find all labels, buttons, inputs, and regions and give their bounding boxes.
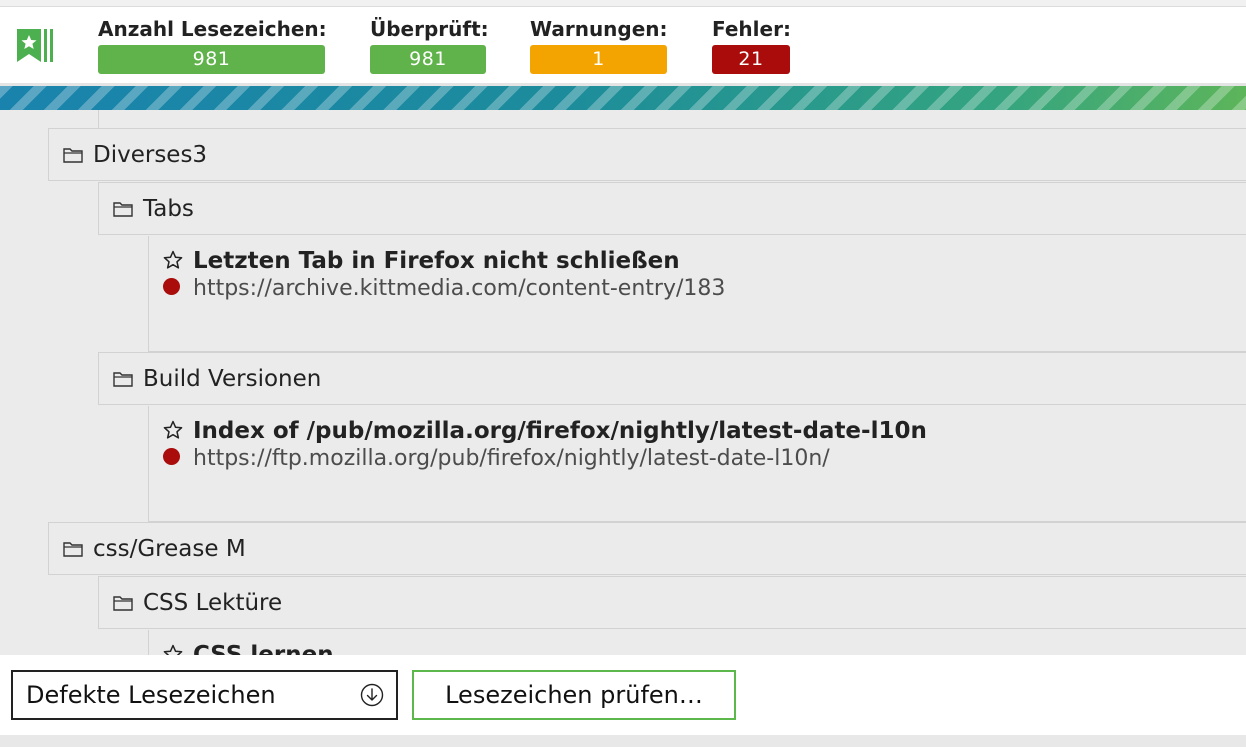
folder-name: Diverses3 xyxy=(93,142,208,168)
stat-errors: Fehler: 21 xyxy=(712,16,791,74)
folder-name: CSS Lektüre xyxy=(143,590,283,616)
bookmark-url[interactable]: https://archive.kittmedia.com/content-en… xyxy=(193,275,725,303)
folder-icon xyxy=(113,596,133,611)
bookmark-title[interactable]: Letzten Tab in Firefox nicht schließen xyxy=(193,247,680,275)
folder-icon xyxy=(113,372,133,387)
stat-warnings-badge: 1 xyxy=(530,45,667,74)
bookmark-check-icon xyxy=(17,29,53,62)
bookmark-title[interactable]: CSS lernen xyxy=(193,641,334,655)
error-status-dot xyxy=(163,448,180,465)
stats-header: Anzahl Lesezeichen: 981 Überprüft: 981 W… xyxy=(0,7,1246,83)
tree-connector xyxy=(98,110,99,128)
folder-name: Build Versionen xyxy=(143,366,322,392)
folder-row[interactable]: Build Versionen xyxy=(98,352,1246,405)
window-bottom-edge xyxy=(0,735,1246,747)
window-top-edge xyxy=(0,0,1246,7)
folder-name: css/Grease M xyxy=(93,536,246,562)
star-icon[interactable] xyxy=(163,420,183,440)
bookmark-entry[interactable]: CSS lernen xyxy=(148,630,1246,655)
error-status-dot xyxy=(163,278,180,295)
stat-errors-label: Fehler: xyxy=(712,17,791,41)
stat-total-label: Anzahl Lesezeichen: xyxy=(98,17,327,41)
stat-total-badge: 981 xyxy=(98,45,325,74)
folder-icon xyxy=(63,148,83,163)
check-bookmarks-button[interactable]: Lesezeichen prüfen… xyxy=(412,670,736,720)
progress-bar xyxy=(0,86,1246,110)
filter-select[interactable]: Defekte Lesezeichen xyxy=(11,670,398,720)
stat-checked: Überprüft: 981 xyxy=(370,16,489,74)
folder-name: Tabs xyxy=(143,196,194,222)
folder-icon xyxy=(63,542,83,557)
bookmark-title[interactable]: Index of /pub/mozilla.org/firefox/nightl… xyxy=(193,417,927,445)
chevron-down-circle-icon xyxy=(360,683,384,707)
bookmark-tree[interactable]: Diverses3 Tabs Letzten Tab in Firefox ni… xyxy=(0,110,1246,655)
stat-checked-badge: 981 xyxy=(370,45,486,74)
stat-errors-badge: 21 xyxy=(712,45,790,74)
stat-total: Anzahl Lesezeichen: 981 xyxy=(98,16,327,74)
filter-select-value: Defekte Lesezeichen xyxy=(26,681,276,709)
folder-icon xyxy=(113,202,133,217)
stat-warnings-label: Warnungen: xyxy=(530,17,668,41)
bookmark-entry[interactable]: Letzten Tab in Firefox nicht schließen h… xyxy=(148,236,1246,352)
folder-row[interactable]: css/Grease M xyxy=(48,522,1246,575)
star-icon[interactable] xyxy=(163,250,183,270)
stat-warnings: Warnungen: 1 xyxy=(530,16,668,74)
bookmark-url[interactable]: https://ftp.mozilla.org/pub/firefox/nigh… xyxy=(193,445,830,473)
star-icon[interactable] xyxy=(163,644,183,655)
bookmark-entry[interactable]: Index of /pub/mozilla.org/firefox/nightl… xyxy=(148,406,1246,522)
stat-checked-label: Überprüft: xyxy=(370,17,489,41)
folder-row[interactable]: Tabs xyxy=(98,182,1246,235)
footer-bar: Defekte Lesezeichen Lesezeichen prüfen… xyxy=(0,655,1246,735)
folder-row[interactable]: Diverses3 xyxy=(48,128,1246,181)
folder-row[interactable]: CSS Lektüre xyxy=(98,576,1246,629)
